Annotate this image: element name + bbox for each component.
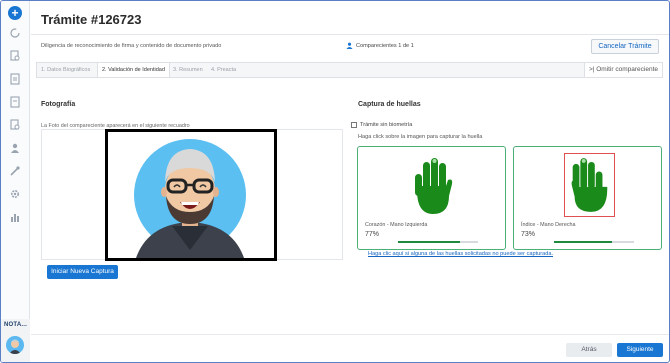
page-subtitle: Diligencia de reconocimiento de firma y … — [41, 43, 222, 49]
omit-compareciente-button[interactable]: >| Omitir compareciente — [583, 63, 662, 77]
no-biometric-checkbox[interactable] — [351, 122, 357, 128]
left-hand-icon[interactable] — [411, 156, 455, 216]
settings-icon[interactable] — [9, 188, 21, 200]
right-hand-icon[interactable] — [564, 153, 615, 217]
tab-resumen[interactable]: 3. Resumen — [169, 63, 207, 77]
avatar[interactable] — [6, 336, 24, 354]
document-icon[interactable] — [9, 73, 21, 85]
no-biometric-option[interactable]: Trámite sin biometría — [351, 122, 412, 128]
refresh-icon[interactable] — [9, 27, 21, 39]
fingerprint-label: Índice - Mano Derecha — [521, 222, 576, 228]
fingerprint-quality-fill — [398, 241, 460, 243]
photo-preview — [105, 129, 277, 261]
users-icon — [346, 42, 353, 49]
nota-label: NOTA... — [4, 322, 27, 328]
tools-icon[interactable] — [9, 165, 21, 177]
cancel-tramite-button[interactable]: Cancelar Trámite — [591, 39, 659, 54]
start-capture-button[interactable]: Iniciar Nueva Captura — [47, 265, 118, 279]
app-window: + NOTA... Trámite #126723 Diligencia de … — [0, 0, 670, 363]
no-biometric-label: Trámite sin biometría — [360, 122, 413, 128]
document-search-icon[interactable] — [9, 119, 21, 131]
next-button[interactable]: Siguiente — [617, 343, 663, 357]
page-title: Trámite #126723 — [41, 12, 142, 27]
chart-icon[interactable] — [9, 211, 21, 223]
divider — [31, 34, 669, 35]
divider — [31, 334, 669, 335]
comparecientes-text: Comparecientes 1 de 1 — [356, 42, 414, 49]
document-icon[interactable] — [9, 96, 21, 108]
document-search-icon[interactable] — [9, 50, 21, 62]
tab-preacta[interactable]: 4. Preacta — [207, 63, 240, 77]
step-tabs: 1. Datos Biográficos 2. Validación de Id… — [36, 62, 663, 78]
fingerprint-quality: 77% — [365, 231, 380, 238]
cannot-capture-link[interactable]: Haga clic aquí si alguna de las huellas … — [368, 251, 553, 257]
fingerprint-quality-bar — [398, 241, 478, 243]
sidebar: + NOTA... — [1, 1, 30, 362]
user-icon[interactable] — [9, 142, 21, 154]
fingerprint-card-right[interactable]: Índice - Mano Derecha 73% — [513, 146, 662, 250]
person-avatar-illustration — [134, 139, 246, 258]
sidebar-user-panel: NOTA... — [1, 319, 30, 362]
fingerprint-quality-bar — [554, 241, 634, 243]
tab-validacion-identidad[interactable]: 2. Validación de Identidad — [97, 63, 170, 77]
fingerprint-quality-fill — [554, 241, 613, 243]
fingerprint-card-left[interactable]: Corazón - Mano Izquierda 77% — [357, 146, 506, 250]
fingerprint-section-title: Captura de huellas — [358, 101, 421, 108]
back-button[interactable]: Atrás — [566, 343, 612, 357]
photo-section-title: Fotografía — [41, 101, 76, 108]
tab-datos-biograficos[interactable]: 1. Datos Biográficos — [37, 63, 94, 77]
fingerprint-label: Corazón - Mano Izquierda — [365, 222, 428, 228]
fingerprint-quality: 73% — [521, 231, 536, 238]
home-icon[interactable]: + — [8, 6, 22, 20]
comparecientes-counter: Comparecientes 1 de 1 — [346, 42, 414, 49]
fingerprint-hint: Haga click sobre la imagen para capturar… — [358, 134, 483, 140]
